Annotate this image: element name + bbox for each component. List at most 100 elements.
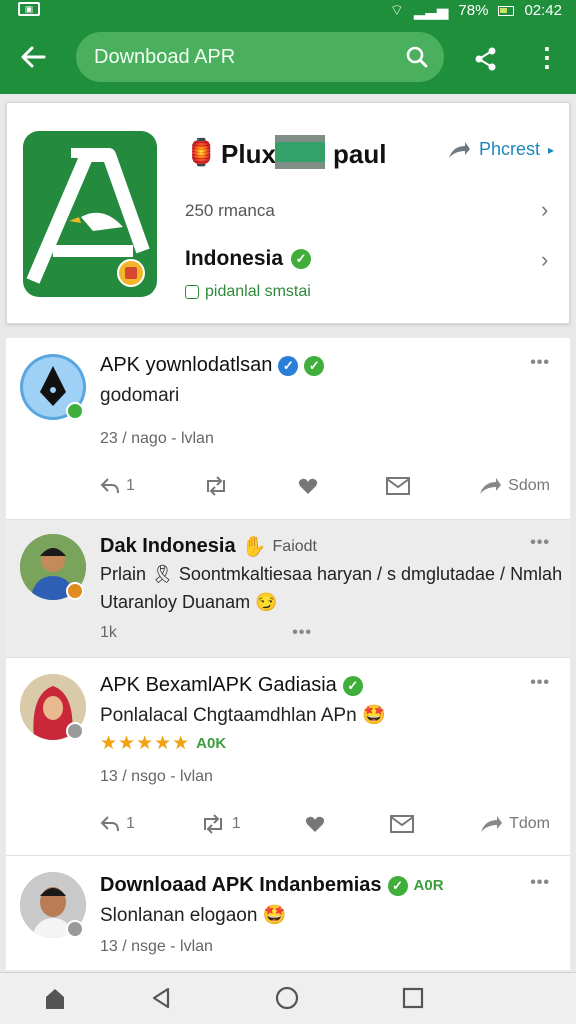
verified-green-icon: ✓ <box>387 875 408 896</box>
verified-blue-icon: ✓ <box>278 355 299 376</box>
avatar-verified-badge <box>66 402 84 420</box>
post-actions: 1 Sdom <box>100 476 550 496</box>
subtitle-text: pidanlal smstai <box>205 283 311 300</box>
country-label: Indonesia <box>185 247 284 270</box>
retweet-button[interactable]: 1 <box>200 814 241 834</box>
post-author[interactable]: Downloaad APK Indanbemias ✓ A0R <box>100 874 444 897</box>
app-card[interactable]: 🏮 Plux paul Phcrest ▸ 250 rmanca › Indon… <box>6 102 570 324</box>
home-icon[interactable] <box>42 985 68 1011</box>
reply-button[interactable]: 1 <box>100 477 135 495</box>
share-post-button[interactable]: Tdom <box>479 814 550 834</box>
post-body-line: Prlain 🎗 Soontmkaltiesaa haryan / s dmgl… <box>100 564 563 584</box>
chevron-right-icon[interactable]: › <box>541 197 548 223</box>
mail-icon <box>385 477 410 495</box>
avatar-badge <box>66 920 84 938</box>
search-bar[interactable]: Downboad APR <box>76 32 444 82</box>
post-author[interactable]: APK BexamlAPK Gadiasia ✓ <box>100 674 363 697</box>
post-meta: 1k <box>100 624 117 641</box>
app-logo <box>23 131 157 297</box>
mail-icon <box>390 815 415 833</box>
share-icon[interactable] <box>470 44 500 74</box>
search-input[interactable]: Downboad APR <box>94 46 235 69</box>
post-body-line: Utaranloy Duanam 😏 <box>100 592 278 612</box>
post-author-name: APK BexamlAPK Gadiasia <box>100 674 337 696</box>
post-meta: 23 / nago - lvlan <box>100 430 214 447</box>
arrow-share-icon <box>449 141 470 158</box>
retweet-count: 1 <box>231 815 241 832</box>
avatar-badge <box>66 722 84 740</box>
rating-stars: ★★★★★ <box>100 733 191 754</box>
like-button[interactable] <box>305 815 325 833</box>
status-right: ⌔ ▂▃▅ 78% 02:42 <box>390 1 562 20</box>
verified-check-icon: ✓ <box>291 249 312 269</box>
retweet-button[interactable] <box>203 476 229 496</box>
app-name-flag-block <box>275 135 325 169</box>
chevron-right-icon[interactable]: › <box>541 247 548 273</box>
post-rating: ★★★★★ A0K <box>100 730 226 758</box>
signal-icon: ▂▃▅ <box>413 2 449 20</box>
downloads-count: 250 rmanca <box>185 201 275 220</box>
feed: APK yownlodatlsan ✓ ✓ ••• godomari 23 / … <box>6 338 570 970</box>
heart-icon <box>298 478 317 494</box>
feed-post[interactable]: APK yownlodatlsan ✓ ✓ ••• godomari 23 / … <box>6 338 570 520</box>
share-label: Sdom <box>508 477 550 494</box>
feed-post[interactable]: Dak Indonesia ✋ Faiodt ••• Prlain 🎗 Soon… <box>6 520 570 658</box>
post-author[interactable]: Dak Indonesia ✋ Faiodt <box>100 534 317 559</box>
phcrest-label: Phcrest <box>479 139 541 159</box>
share-label: Tdom <box>509 815 550 832</box>
more-horizontal-button[interactable]: ••• <box>292 624 312 642</box>
post-body: Slonlanan elogaon 🤩 <box>100 905 287 926</box>
subtitle-row: pidanlal smstai <box>185 283 311 301</box>
heart-icon <box>306 816 325 832</box>
verified-green-icon: ✓ <box>304 355 325 376</box>
post-menu-button[interactable]: ••• <box>530 354 550 372</box>
reply-button[interactable]: 1 <box>100 815 135 833</box>
app-name-part-a: Plux <box>221 139 276 169</box>
phcrest-button[interactable]: Phcrest ▸ <box>447 139 554 160</box>
chevron-right-small-icon: ▸ <box>548 142 555 157</box>
rating-label: A0K <box>196 735 227 752</box>
square-recents-icon[interactable] <box>400 985 426 1011</box>
more-vertical-icon[interactable]: ⋮ <box>534 42 560 74</box>
post-body: Prlain 🎗 Soontmkaltiesaa haryan / s dmgl… <box>100 560 563 616</box>
circle-home-icon[interactable] <box>274 985 300 1011</box>
post-author-extra: A0R <box>413 877 444 894</box>
back-button[interactable] <box>18 38 54 78</box>
post-menu-button[interactable]: ••• <box>530 674 550 692</box>
feed-post[interactable]: Downloaad APK Indanbemias ✓ A0R ••• Slon… <box>6 856 570 970</box>
country-row[interactable]: Indonesia ✓ <box>185 247 312 271</box>
battery-icon <box>498 5 515 16</box>
reply-icon <box>100 478 119 494</box>
battery-percent: 78% <box>458 2 489 19</box>
message-button[interactable] <box>390 815 415 833</box>
gallery-notification-icon: ▣ <box>18 2 40 16</box>
share-arrow-icon <box>480 478 502 494</box>
lantern-icon: 🏮 <box>185 137 218 167</box>
reply-icon <box>100 816 119 832</box>
system-nav-bar <box>0 972 576 1024</box>
post-author-name: APK yownlodatlsan <box>100 354 273 376</box>
post-author[interactable]: APK yownlodatlsan ✓ ✓ <box>100 354 325 377</box>
post-meta: 13 / nsge - lvlan <box>100 938 213 955</box>
app-logo-badge <box>117 259 145 287</box>
app-name-part-b: paul <box>333 139 387 169</box>
post-menu-button[interactable]: ••• <box>530 534 550 552</box>
message-button[interactable] <box>385 477 410 495</box>
clock-time: 02:42 <box>524 2 562 19</box>
triangle-back-icon[interactable] <box>148 985 174 1011</box>
share-arrow-icon <box>481 816 503 832</box>
arrow-left-icon <box>21 46 46 68</box>
like-button[interactable] <box>298 477 318 495</box>
post-menu-button[interactable]: ••• <box>530 874 550 892</box>
search-icon[interactable] <box>404 44 430 70</box>
info-icon <box>185 285 199 299</box>
feed-post[interactable]: APK BexamlAPK Gadiasia ✓ ••• Ponlalacal … <box>6 658 570 856</box>
share-post-button[interactable]: Sdom <box>478 476 550 496</box>
status-bar: ▣ ⌔ ▂▃▅ 78% 02:42 <box>0 0 576 22</box>
retweet-icon <box>207 476 226 496</box>
reply-count: 1 <box>126 477 135 494</box>
wifi-icon: ⌔ <box>389 2 404 19</box>
post-meta: 13 / nsgo - lvlan <box>100 768 213 785</box>
reply-count: 1 <box>126 815 135 832</box>
hand-emoji-icon: ✋ <box>241 536 267 558</box>
